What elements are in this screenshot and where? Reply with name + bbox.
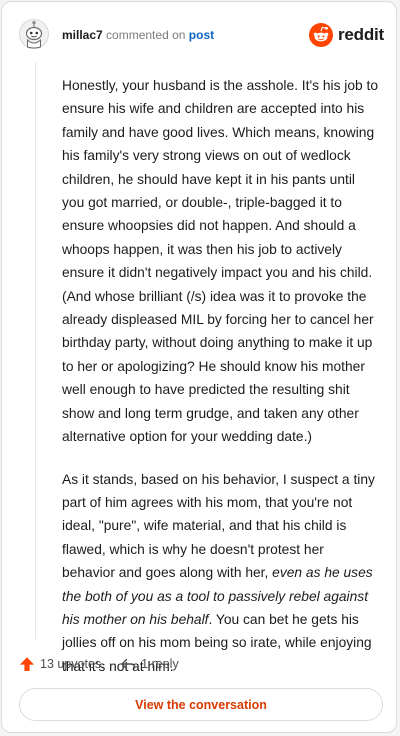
username[interactable]: millac7 [62,28,103,42]
reply-button[interactable]: 1 reply [120,656,179,672]
post-link[interactable]: post [189,28,214,42]
upvote-arrow-icon [20,657,34,671]
snoo-avatar-icon[interactable] [19,19,49,49]
upvote-count: 13 upvotes [40,657,102,671]
reddit-logo-icon [309,23,333,47]
reply-arrow-icon [121,658,136,670]
thread-line [35,62,36,639]
comment-header: millac7 commented on post [62,27,214,43]
commented-on-text: commented on [106,28,186,42]
upvote-button[interactable]: 13 upvotes [19,656,101,672]
comment-actions: 13 upvotes 1 reply [19,654,179,674]
reddit-wordmark: reddit [338,25,385,44]
view-conversation-button[interactable]: View the conversation [19,688,383,721]
reddit-brand[interactable]: reddit [309,22,384,48]
comment-paragraph-2-start: As it stands, based on his behavior, I s… [62,471,375,581]
reply-count: 1 reply [141,657,179,671]
comment-card: millac7 commented on post reddit Honestl… [1,1,397,733]
comment-paragraph-1: Honestly, your husband is the asshole. I… [62,78,379,445]
comment-paragraph-2: As it stands, based on his behavior, I s… [62,468,380,679]
comment-body: Honestly, your husband is the asshole. I… [62,74,380,697]
